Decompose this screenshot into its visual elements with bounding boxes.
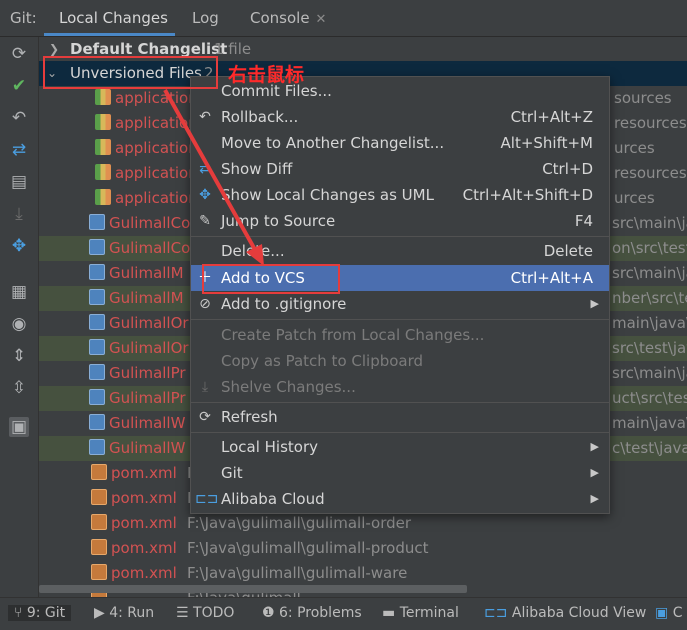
tool-tab-more[interactable]: ▣ C [655,605,682,621]
list-icon: ☰ [176,605,194,621]
tool-tab-alibaba-cloud-view[interactable]: ⊏⊐ Alibaba Cloud View [484,605,646,621]
tool-tab-problems[interactable]: ❶ 6: Problems [262,605,362,621]
play-icon: ▶ [94,605,110,621]
alibaba-cloud-icon: ⊏⊐ [484,605,512,621]
tool-tab-terminal[interactable]: ▬ Terminal [382,605,459,621]
terminal-icon: ▬ [382,605,400,621]
annotation-arrow [163,89,264,266]
warning-icon: ❶ [262,605,280,621]
branch-icon: ⑂ [14,605,27,621]
tool-window-bar: ⑂ 9: Git ▶ 4: Run ☰ TODO ❶ 6: Problems ▬… [0,597,687,630]
tool-tab-run[interactable]: ▶ 4: Run [94,605,154,621]
window-icon: ▣ [655,605,673,621]
tool-tab-git[interactable]: ⑂ 9: Git [8,605,72,621]
tool-tab-todo[interactable]: ☰ TODO [176,605,234,621]
arrow-shaft [163,89,260,256]
